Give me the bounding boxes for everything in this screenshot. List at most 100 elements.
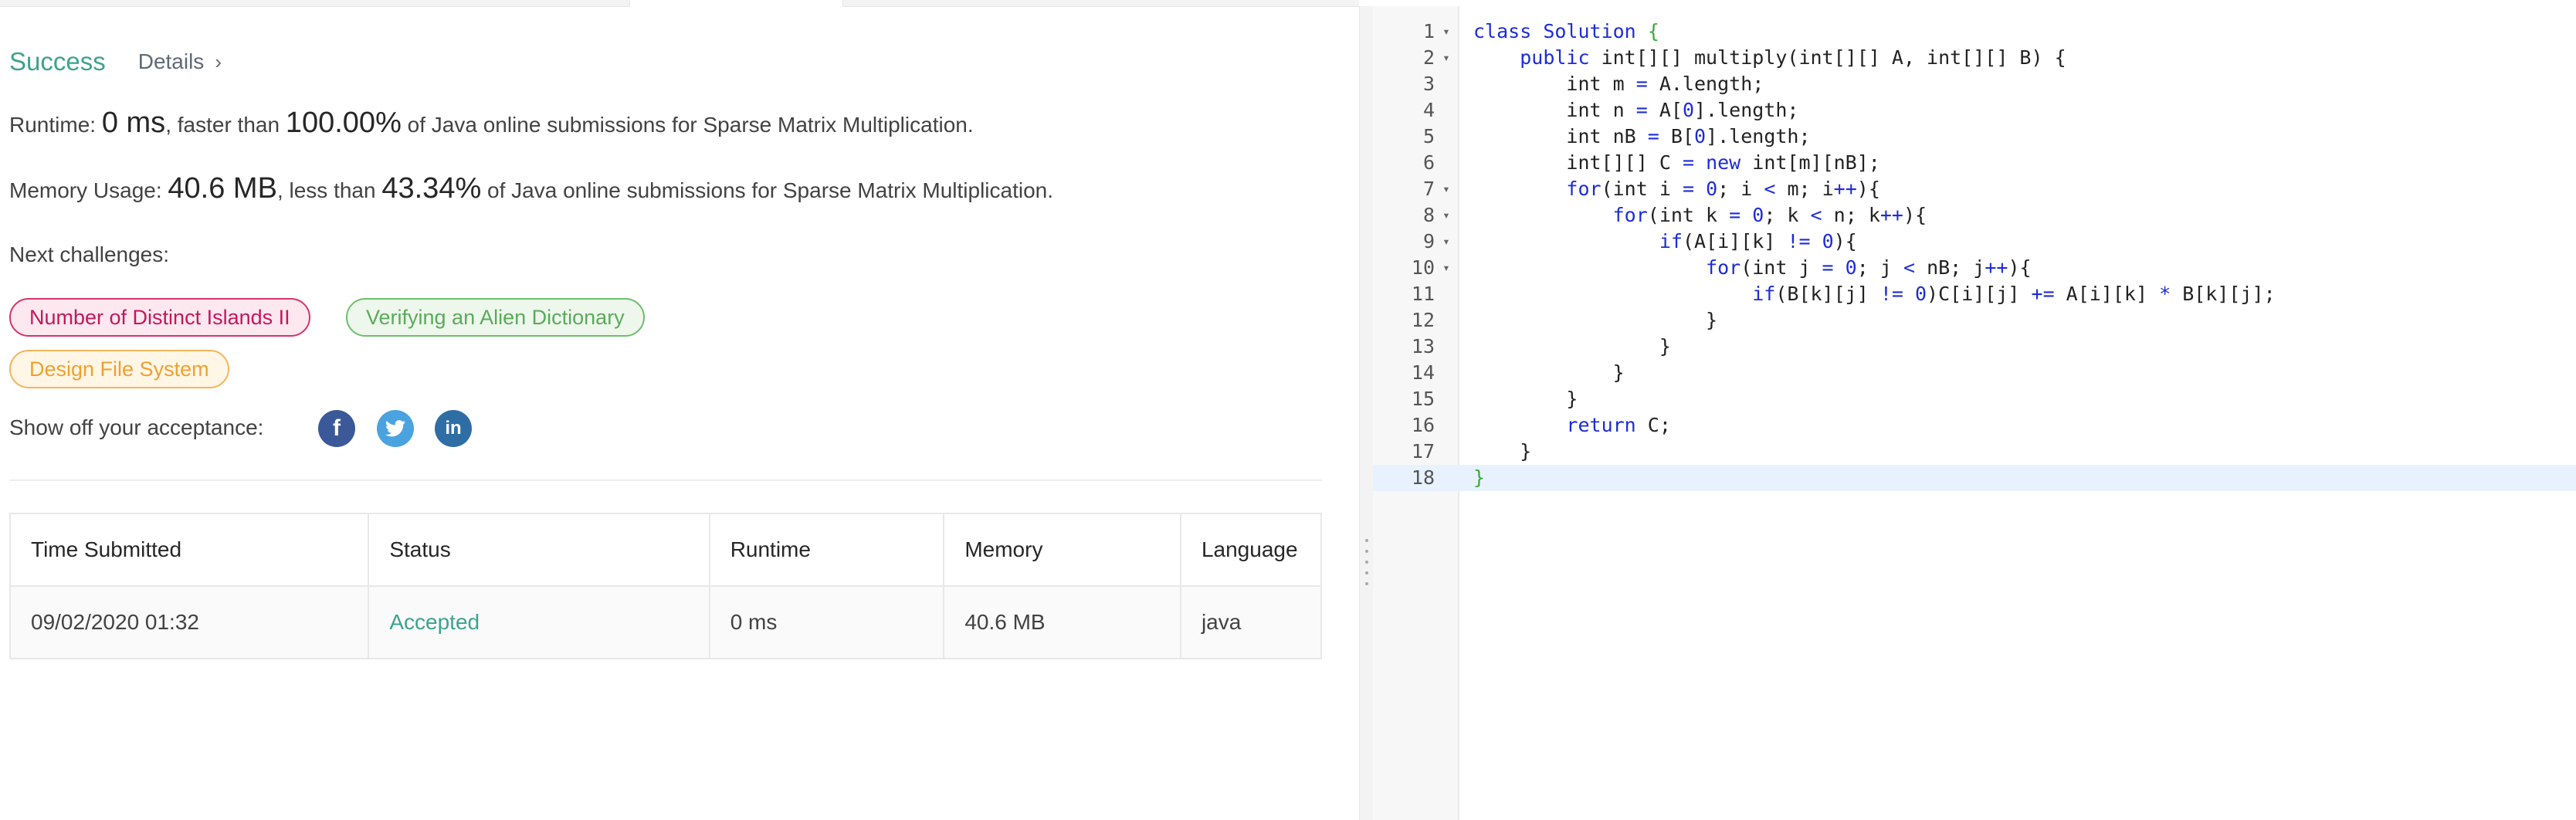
result-header: Success Details › <box>9 46 222 77</box>
code-line[interactable]: 17 } <box>1373 439 2576 465</box>
line-number: 9 <box>1422 230 1435 252</box>
code-line[interactable]: 16 return C; <box>1373 412 2576 439</box>
table-header-row: Time Submitted Status Runtime Memory Lan… <box>8 513 1323 587</box>
code-text: if(B[k][j] != 0)C[i][j] += A[i][k] * B[k… <box>1752 283 2276 305</box>
code-line[interactable]: 9 ▾ if(A[i][k] != 0){ <box>1373 229 2576 255</box>
code-line[interactable]: 12 } <box>1373 307 2576 334</box>
linkedin-icon[interactable]: in <box>435 410 472 447</box>
memory-mid: , less than <box>276 178 376 202</box>
column-header-time: Time Submitted <box>8 513 370 587</box>
memory-label: Memory Usage: <box>9 178 162 202</box>
fold-arrow-icon[interactable]: ▾ <box>1439 229 1453 255</box>
code-text: int m = A.length; <box>1473 73 1764 95</box>
code-text: } <box>1473 440 1532 463</box>
challenge-chip-hard[interactable]: Number of Distinct Islands II <box>9 298 310 337</box>
line-number: 17 <box>1411 440 1435 463</box>
line-number: 6 <box>1422 151 1435 174</box>
code-text: int n = A[0].length; <box>1473 99 1799 121</box>
cell-memory: 40.6 MB <box>943 585 1181 659</box>
drag-handle-icon[interactable] <box>1365 539 1368 585</box>
line-number: 8 <box>1422 204 1435 226</box>
runtime-label: Runtime: <box>9 113 97 137</box>
code-text: return C; <box>1566 414 1671 436</box>
twitter-icon[interactable] <box>377 410 414 447</box>
twitter-bird-icon <box>385 420 405 437</box>
code-line[interactable]: 5 int nB = B[0].length; <box>1373 124 2576 150</box>
code-line[interactable]: 2 ▾ public int[][] multiply(int[][] A, in… <box>1373 45 2576 71</box>
code-text: } <box>1473 309 1718 331</box>
code-line[interactable]: 11 if(B[k][j] != 0)C[i][j] += A[i][k] * … <box>1373 281 2576 307</box>
submission-result-panel: Success Details › Runtime: 0 ms, faster … <box>0 6 1359 820</box>
code-line[interactable]: 10 ▾ for(int j = 0; j < nB; j++){ <box>1373 255 2576 281</box>
code-text: } <box>1473 361 1625 384</box>
code-text: } <box>1473 466 1486 489</box>
runtime-value: 0 ms <box>101 107 166 139</box>
code-line[interactable]: 6 int[][] C = new int[m][nB]; <box>1373 150 2576 176</box>
line-number: 2 <box>1422 46 1435 69</box>
code-line[interactable]: 15 } <box>1373 386 2576 412</box>
success-status: Success <box>9 47 106 76</box>
column-header-language: Language <box>1179 513 1323 587</box>
line-number: 7 <box>1422 178 1435 200</box>
table-row[interactable]: 09/02/2020 01:32 Accepted 0 ms 40.6 MB j… <box>8 585 1323 659</box>
line-number: 5 <box>1422 125 1435 147</box>
runtime-tail: of Java online submissions for Sparse Ma… <box>407 113 974 137</box>
column-header-status: Status <box>368 513 710 587</box>
cell-language: java <box>1179 585 1323 659</box>
code-line[interactable]: 4 int n = A[0].length; <box>1373 97 2576 124</box>
line-number: 15 <box>1411 388 1435 410</box>
line-number: 14 <box>1411 361 1435 384</box>
code-text: for(int j = 0; j < nB; j++){ <box>1706 256 2032 279</box>
code-line[interactable]: 7 ▾ for(int i = 0; i < m; i++){ <box>1373 176 2576 202</box>
runtime-percent: 100.00% <box>285 107 402 139</box>
column-header-runtime: Runtime <box>708 513 945 587</box>
code-text: for(int k = 0; k < n; k++){ <box>1612 204 1927 226</box>
code-line[interactable]: 8 ▾ for(int k = 0; k < n; k++){ <box>1373 202 2576 229</box>
details-label: Details <box>137 49 205 73</box>
memory-stat: Memory Usage: 40.6 MB, less than 43.34% … <box>9 172 1053 205</box>
code-text: } <box>1473 335 1671 357</box>
code-line[interactable]: 18} <box>1373 465 2576 491</box>
facebook-icon[interactable]: f <box>318 410 355 447</box>
code-text: public int[][] multiply(int[][] A, int[]… <box>1520 46 2066 69</box>
code-text: } <box>1473 388 1578 410</box>
column-header-memory: Memory <box>943 513 1181 587</box>
line-number: 16 <box>1411 414 1435 436</box>
submissions-table: Time Submitted Status Runtime Memory Lan… <box>8 513 1323 659</box>
line-number: 11 <box>1411 283 1435 305</box>
cell-status[interactable]: Accepted <box>368 585 710 659</box>
code-line[interactable]: 3 int m = A.length; <box>1373 71 2576 97</box>
cell-runtime: 0 ms <box>708 585 945 659</box>
fold-arrow-icon[interactable]: ▾ <box>1439 255 1453 281</box>
code-line[interactable]: 14 } <box>1373 360 2576 386</box>
memory-value: 40.6 MB <box>168 172 277 205</box>
code-text: int[][] C = new int[m][nB]; <box>1473 151 1880 174</box>
code-line[interactable]: 1 ▾ class Solution { <box>1373 19 2576 45</box>
line-number: 12 <box>1411 309 1435 331</box>
cell-time-submitted: 09/02/2020 01:32 <box>8 585 370 659</box>
details-link[interactable]: Details › <box>138 49 222 74</box>
code-text: if(A[i][k] != 0){ <box>1659 230 1857 252</box>
challenge-chip-easy[interactable]: Verifying an Alien Dictionary <box>346 298 645 337</box>
runtime-mid: , faster than <box>165 113 280 137</box>
line-number: 13 <box>1411 335 1435 357</box>
line-number: 10 <box>1411 256 1435 279</box>
code-text: int nB = B[0].length; <box>1473 125 1811 147</box>
fold-arrow-icon[interactable]: ▾ <box>1439 202 1453 229</box>
next-challenges-label: Next challenges: <box>9 242 170 266</box>
line-number: 18 <box>1411 466 1435 489</box>
challenge-chip-medium[interactable]: Design File System <box>9 350 229 388</box>
fold-arrow-icon[interactable]: ▾ <box>1439 176 1453 202</box>
memory-tail: of Java online submissions for Sparse Ma… <box>487 178 1054 202</box>
panel-splitter[interactable] <box>1359 6 1374 820</box>
code-text: class Solution { <box>1473 20 1659 42</box>
code-editor[interactable]: 1 ▾ class Solution {2 ▾ public int[][] mult… <box>1373 6 2576 820</box>
code-text: for(int i = 0; i < m; i++){ <box>1566 178 1880 200</box>
runtime-stat: Runtime: 0 ms, faster than 100.00% of Ja… <box>9 107 974 140</box>
fold-arrow-icon[interactable]: ▾ <box>1439 19 1453 45</box>
code-line[interactable]: 13 } <box>1373 334 2576 360</box>
line-number: 1 <box>1422 20 1435 42</box>
line-number: 4 <box>1422 99 1435 121</box>
fold-arrow-icon[interactable]: ▾ <box>1439 45 1453 71</box>
code-lines[interactable]: 1 ▾ class Solution {2 ▾ public int[][] mult… <box>1373 19 2576 491</box>
